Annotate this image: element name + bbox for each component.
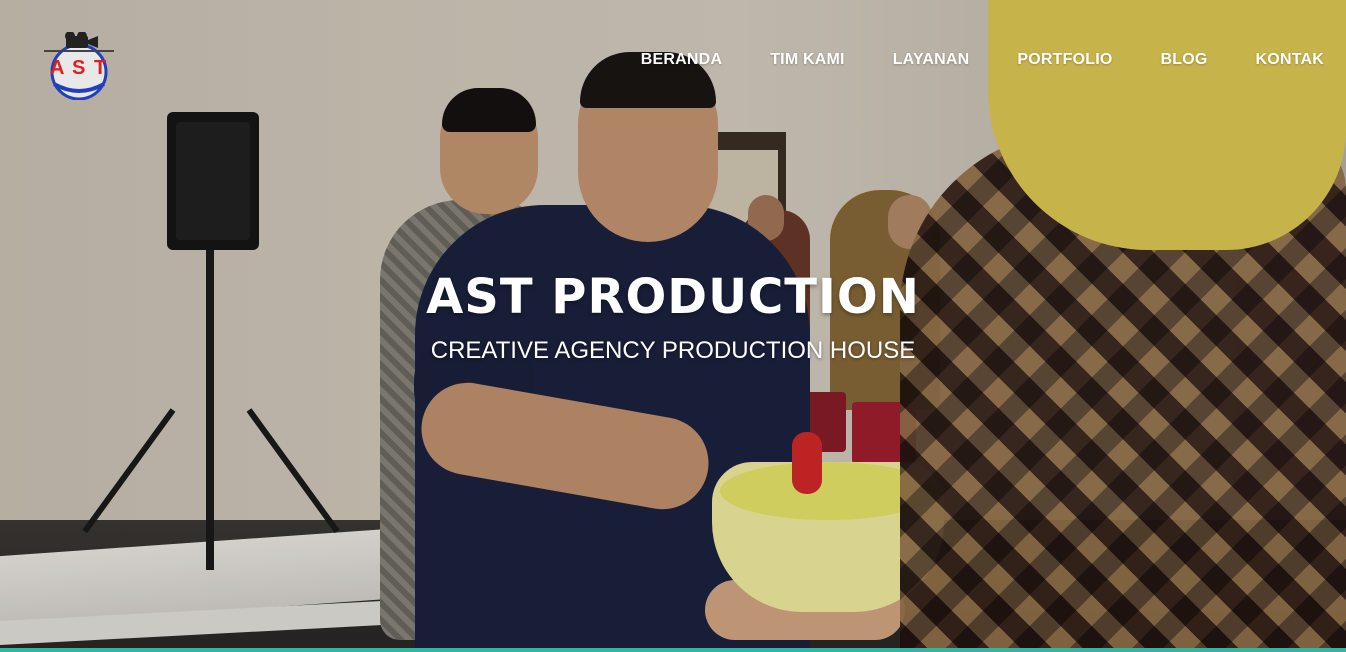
hero-title: AST PRODUCTION: [426, 269, 920, 325]
nav-layanan[interactable]: LAYANAN: [893, 49, 970, 71]
nav-beranda[interactable]: BERANDA: [641, 49, 722, 71]
bottom-accent-line: [0, 648, 1346, 652]
logo-letter-a: A: [50, 57, 64, 79]
nav-blog[interactable]: BLOG: [1161, 49, 1208, 71]
ast-logo-icon[interactable]: A S T: [42, 32, 116, 100]
main-navigation: BERANDA TIM KAMI LAYANAN PORTFOLIO BLOG …: [593, 49, 1324, 71]
nav-kontak[interactable]: KONTAK: [1256, 49, 1324, 71]
hero-overlay: [0, 0, 1346, 652]
logo-letter-s: S: [72, 57, 85, 79]
hero-background: [0, 0, 1346, 652]
hero-subtitle: CREATIVE AGENCY PRODUCTION HOUSE: [430, 337, 916, 364]
nav-portfolio[interactable]: PORTFOLIO: [1017, 49, 1112, 71]
logo-letter-t: T: [94, 57, 106, 79]
nav-tim-kami[interactable]: TIM KAMI: [770, 49, 844, 71]
